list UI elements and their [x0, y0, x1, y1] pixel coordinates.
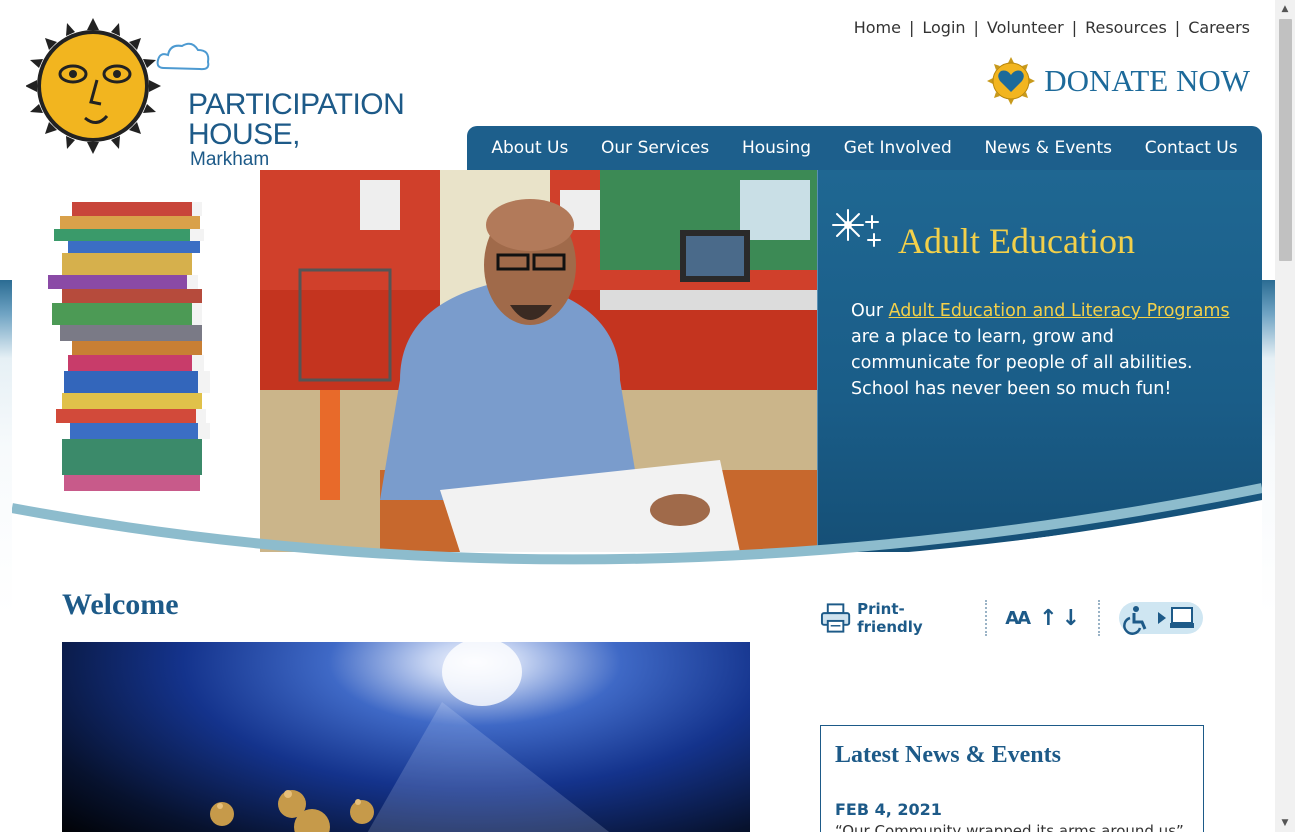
scroll-down-arrow-icon[interactable]: ▼: [1275, 814, 1295, 832]
top-link-login[interactable]: Login: [922, 18, 965, 37]
donate-button[interactable]: DONATE NOW: [986, 56, 1250, 106]
accessibility-button[interactable]: [1118, 600, 1204, 636]
site-logo[interactable]: PARTICIPATION HOUSE, Markham: [26, 16, 506, 170]
top-link-careers[interactable]: Careers: [1188, 18, 1250, 37]
top-link-home[interactable]: Home: [854, 18, 901, 37]
nav-our-services[interactable]: Our Services: [601, 138, 709, 158]
divider: [1098, 600, 1100, 636]
hero-wave-divider: [12, 470, 1262, 590]
font-size-icon: AA: [1005, 607, 1031, 629]
page-tools: Print-friendly AA ↑ ↓: [820, 598, 1204, 638]
nav-contact-us[interactable]: Contact Us: [1145, 138, 1238, 158]
welcome-image: [62, 642, 750, 832]
latest-news-box: Latest News & Events FEB 4, 2021 “Our Co…: [820, 725, 1204, 832]
news-date: FEB 4, 2021: [835, 800, 942, 819]
scroll-up-arrow-icon[interactable]: ▲: [1275, 0, 1295, 18]
news-excerpt-link[interactable]: “Our Community wrapped its arms around u…: [835, 822, 1184, 832]
nav-housing[interactable]: Housing: [742, 138, 811, 158]
font-decrease-button[interactable]: ↓: [1062, 606, 1080, 631]
welcome-heading: Welcome: [62, 588, 179, 621]
font-increase-button[interactable]: ↑: [1039, 606, 1057, 631]
hero-body-text: are a place to learn, grow and communica…: [851, 327, 1193, 399]
separator: |: [1071, 18, 1078, 37]
divider: [985, 600, 988, 636]
top-link-volunteer[interactable]: Volunteer: [987, 18, 1064, 37]
print-friendly-label: Print-friendly: [857, 600, 923, 636]
site-location: Markham: [190, 149, 270, 170]
main-nav: About Us Our Services Housing Get Involv…: [467, 126, 1262, 170]
hero-title: Adult Education: [898, 221, 1135, 261]
print-friendly-button[interactable]: Print-friendly: [820, 600, 967, 636]
hero-intro: Our: [851, 301, 889, 321]
nav-news-events[interactable]: News & Events: [984, 138, 1112, 158]
logo-wordmark: PARTICIPATION HOUSE, Markham: [188, 90, 506, 170]
heart-sun-icon: [987, 57, 1036, 105]
printer-icon: [820, 603, 851, 633]
utility-nav: Home | Login | Volunteer | Resources | C…: [854, 18, 1250, 37]
book-stack-image: [48, 202, 210, 491]
news-title: Latest News & Events: [835, 742, 1061, 768]
scroll-thumb[interactable]: [1279, 19, 1292, 261]
nav-about-us[interactable]: About Us: [491, 138, 568, 158]
adult-education-link[interactable]: Adult Education and Literacy Programs: [889, 301, 1230, 321]
separator: |: [1174, 18, 1181, 37]
separator: |: [973, 18, 979, 37]
font-size-controls: AA ↑ ↓: [1005, 606, 1080, 631]
hero-banner: Adult Education Our Adult Education and …: [12, 170, 1262, 590]
accessibility-icon: [1119, 602, 1203, 635]
separator: |: [908, 18, 915, 37]
crown-photo: [210, 642, 610, 832]
vertical-scrollbar[interactable]: ▲ ▼: [1275, 0, 1295, 832]
donate-label: DONATE NOW: [1044, 63, 1250, 98]
cloud-icon: [156, 42, 210, 71]
sun-logo-icon: [26, 18, 161, 154]
top-link-resources[interactable]: Resources: [1085, 18, 1167, 37]
site-name: PARTICIPATION HOUSE,: [188, 88, 405, 151]
sparkle-icon: [832, 209, 881, 247]
nav-get-involved[interactable]: Get Involved: [844, 138, 952, 158]
page: PARTICIPATION HOUSE, Markham Home | Logi…: [12, 0, 1262, 832]
hero-description: Our Adult Education and Literacy Program…: [851, 298, 1231, 402]
